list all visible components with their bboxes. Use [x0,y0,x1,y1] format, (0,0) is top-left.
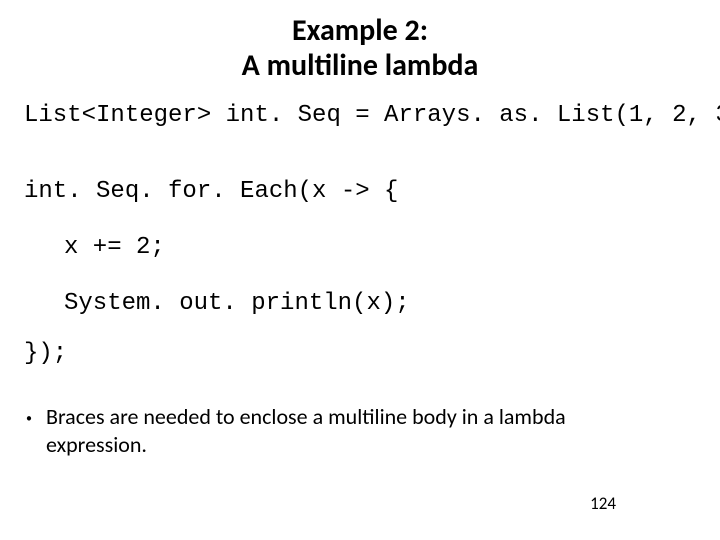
bullet-item: • Braces are needed to enclose a multili… [24,403,696,458]
code-line-2: int. Seq. for. Each(x -> { [24,177,696,207]
code-line-1: List<Integer> int. Seq = Arrays. as. Lis… [24,101,696,131]
bullet-dot-icon: • [26,405,32,433]
slide-title: Example 2: A multiline lambda [24,14,696,83]
code-line-3: x += 2; [24,233,696,263]
spacer [24,207,696,233]
spacer [24,319,696,339]
spacer [24,263,696,289]
code-line-4: System. out. println(x); [24,289,696,319]
bullet-text: Braces are needed to enclose a multiline… [46,403,646,458]
spacer [24,131,696,177]
page-number: 124 [590,493,616,514]
code-line-5: }); [24,339,696,369]
title-line-2: A multiline lambda [242,47,479,84]
title-line-1: Example 2: [292,12,428,49]
slide: Example 2: A multiline lambda List<Integ… [0,0,720,540]
